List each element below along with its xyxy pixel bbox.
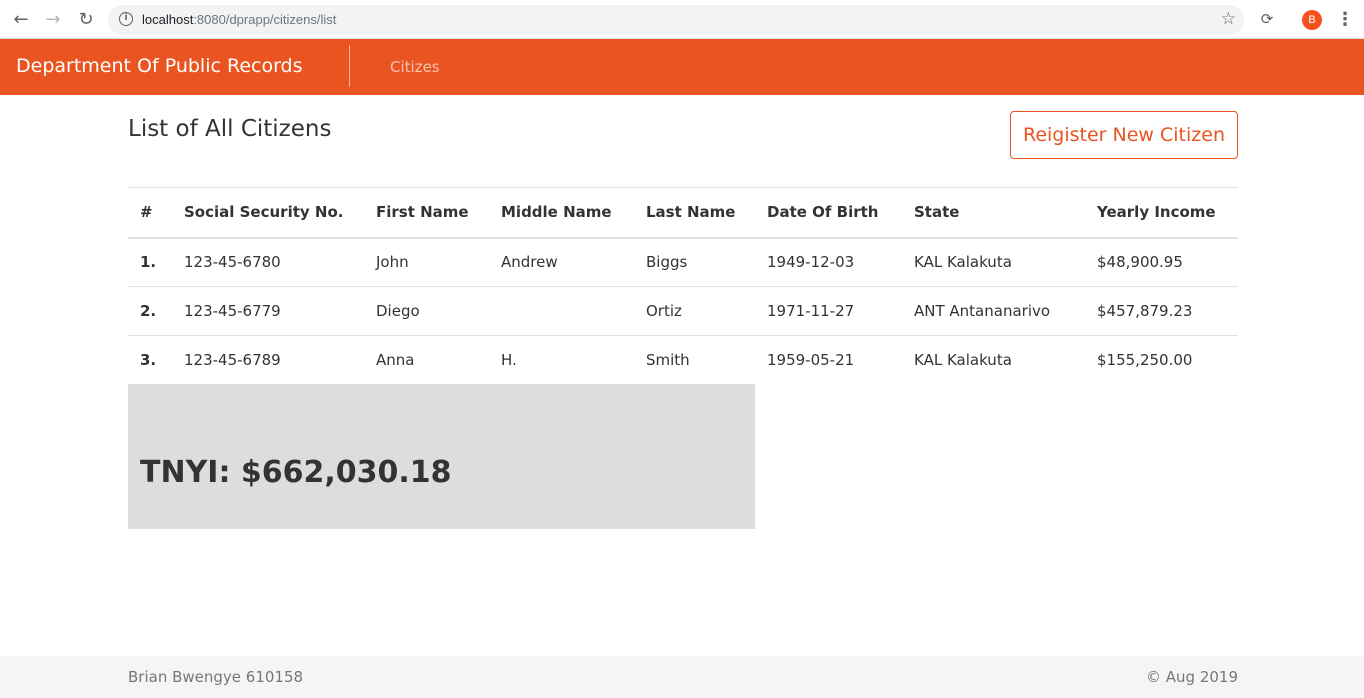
- row-index: 2.: [128, 286, 172, 336]
- total-income-panel: TNYI: $662,030.18: [128, 384, 755, 529]
- browser-menu-icon[interactable]: ⋮: [1336, 9, 1354, 31]
- income-cell: $155,250.00: [1097, 351, 1193, 370]
- reload-icon[interactable]: ↻: [74, 8, 98, 32]
- page-footer: Brian Bwengye 610158 © Aug 2019: [0, 656, 1364, 698]
- row-index: 3.: [140, 351, 157, 370]
- site-info-icon[interactable]: i: [119, 12, 133, 26]
- ssn-cell: 123-45-6779: [172, 286, 364, 336]
- table-row: 2. 123-45-6779 Diego Ortiz 1971-11-27 AN…: [128, 286, 1238, 336]
- column-header: #: [128, 187, 172, 239]
- app-navbar: Department Of Public Records Citizes: [0, 39, 1364, 95]
- first-name-cell: Diego: [364, 286, 489, 336]
- dob-cell: 1959-05-21: [767, 351, 855, 370]
- last-name-cell: Smith: [646, 351, 690, 370]
- last-name-cell: Biggs: [634, 237, 755, 287]
- ssn-cell: 123-45-6780: [172, 237, 364, 287]
- nav-link-citizens[interactable]: Citizes: [390, 58, 440, 76]
- page-title: List of All Citizens: [128, 116, 332, 142]
- navbar-divider: [349, 45, 350, 87]
- ssn-cell: 123-45-6789: [184, 351, 281, 370]
- footer-copyright: © Aug 2019: [1146, 668, 1238, 686]
- middle-name-cell: Andrew: [489, 237, 634, 287]
- register-new-citizen-button[interactable]: Reigister New Citizen: [1010, 111, 1238, 159]
- bookmark-star-icon[interactable]: ☆: [1221, 9, 1236, 29]
- dob-cell: 1971-11-27: [755, 286, 902, 336]
- profile-avatar[interactable]: B: [1302, 10, 1322, 30]
- table-header-row: # Social Security No. First Name Middle …: [128, 187, 1238, 239]
- income-cell: $457,879.23: [1085, 286, 1238, 336]
- url-host: localhost: [142, 12, 194, 27]
- column-header: Yearly Income: [1085, 187, 1238, 239]
- middle-name-cell: H.: [501, 351, 517, 370]
- total-income: TNYI: $662,030.18: [140, 455, 452, 490]
- column-header: Social Security No.: [172, 187, 364, 239]
- column-header: Date Of Birth: [755, 187, 902, 239]
- extension-icon[interactable]: ⟳: [1258, 10, 1276, 28]
- state-cell: ANT Antananarivo: [902, 286, 1085, 336]
- first-name-cell: Anna: [376, 351, 415, 370]
- browser-toolbar: ← → ↻ i localhost:8080/dprapp/citizens/l…: [0, 0, 1364, 39]
- income-cell: $48,900.95: [1085, 237, 1238, 287]
- forward-arrow-icon[interactable]: →: [41, 8, 65, 32]
- address-bar[interactable]: i localhost:8080/dprapp/citizens/list ☆: [108, 5, 1244, 35]
- table-row: 3. 123-45-6789 Anna H. Smith 1959-05-21 …: [128, 336, 1238, 385]
- brand-link[interactable]: Department Of Public Records: [16, 55, 303, 77]
- column-header: Last Name: [634, 187, 755, 239]
- url-path: :8080/dprapp/citizens/list: [193, 12, 337, 27]
- column-header: First Name: [364, 187, 489, 239]
- dob-cell: 1949-12-03: [755, 237, 902, 287]
- citizens-table: # Social Security No. First Name Middle …: [128, 187, 1238, 385]
- row-index: 1.: [128, 237, 172, 287]
- column-header: State: [902, 187, 1085, 239]
- footer-author: Brian Bwengye 610158: [128, 668, 304, 686]
- table-row: 1. 123-45-6780 John Andrew Biggs 1949-12…: [128, 237, 1238, 287]
- address-url[interactable]: localhost:8080/dprapp/citizens/list: [142, 12, 336, 27]
- column-header: Middle Name: [489, 187, 634, 239]
- state-cell: KAL Kalakuta: [902, 237, 1085, 287]
- last-name-cell: Ortiz: [634, 286, 755, 336]
- middle-name-cell: [489, 286, 634, 336]
- back-arrow-icon[interactable]: ←: [9, 8, 33, 32]
- first-name-cell: John: [364, 237, 489, 287]
- state-cell: KAL Kalakuta: [914, 351, 1012, 370]
